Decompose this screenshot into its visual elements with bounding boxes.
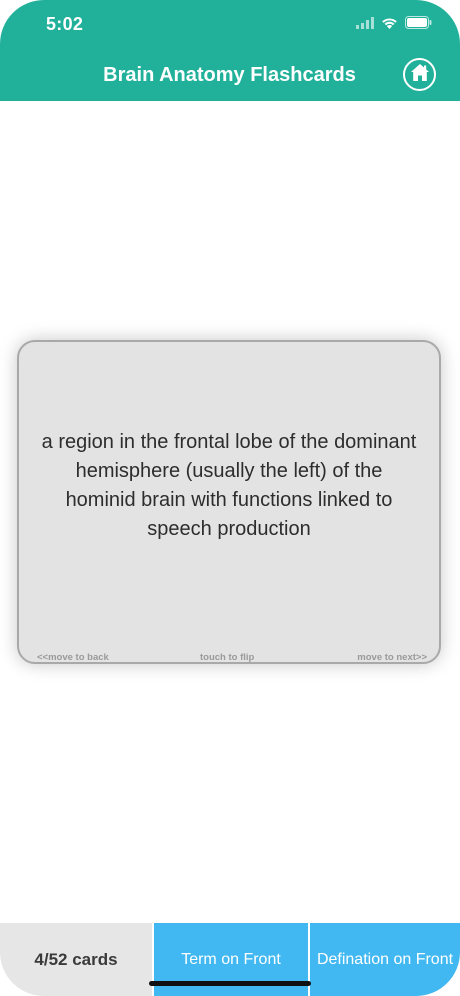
nav-bar: 5:02 Brain Anatomy Flashcards — [0, 0, 460, 101]
home-indicator[interactable] — [149, 981, 311, 986]
signal-icon — [356, 16, 374, 34]
flashcard-face[interactable]: a region in the frontal lobe of the domi… — [17, 340, 441, 664]
battery-icon — [405, 16, 432, 34]
hint-move-back[interactable]: <<move to back — [37, 652, 109, 663]
wifi-icon — [381, 16, 398, 34]
flashcard[interactable]: a region in the frontal lobe of the domi… — [17, 340, 441, 664]
card-count: 4/52 cards — [0, 923, 152, 996]
card-definition-text: a region in the frontal lobe of the domi… — [41, 431, 417, 540]
hint-move-next[interactable]: move to next>> — [357, 652, 427, 663]
definition-on-front-button[interactable]: Defination on Front — [308, 923, 460, 996]
device-notch — [117, 0, 343, 34]
app-screen: 5:02 Brain Anatomy Flashcards a region i… — [0, 0, 460, 996]
status-icons — [356, 16, 432, 34]
hint-touch-flip: touch to flip — [200, 652, 255, 663]
home-button[interactable] — [403, 58, 436, 91]
home-icon — [410, 63, 430, 87]
status-time: 5:02 — [46, 14, 84, 34]
page-title: Brain Anatomy Flashcards — [103, 64, 356, 86]
